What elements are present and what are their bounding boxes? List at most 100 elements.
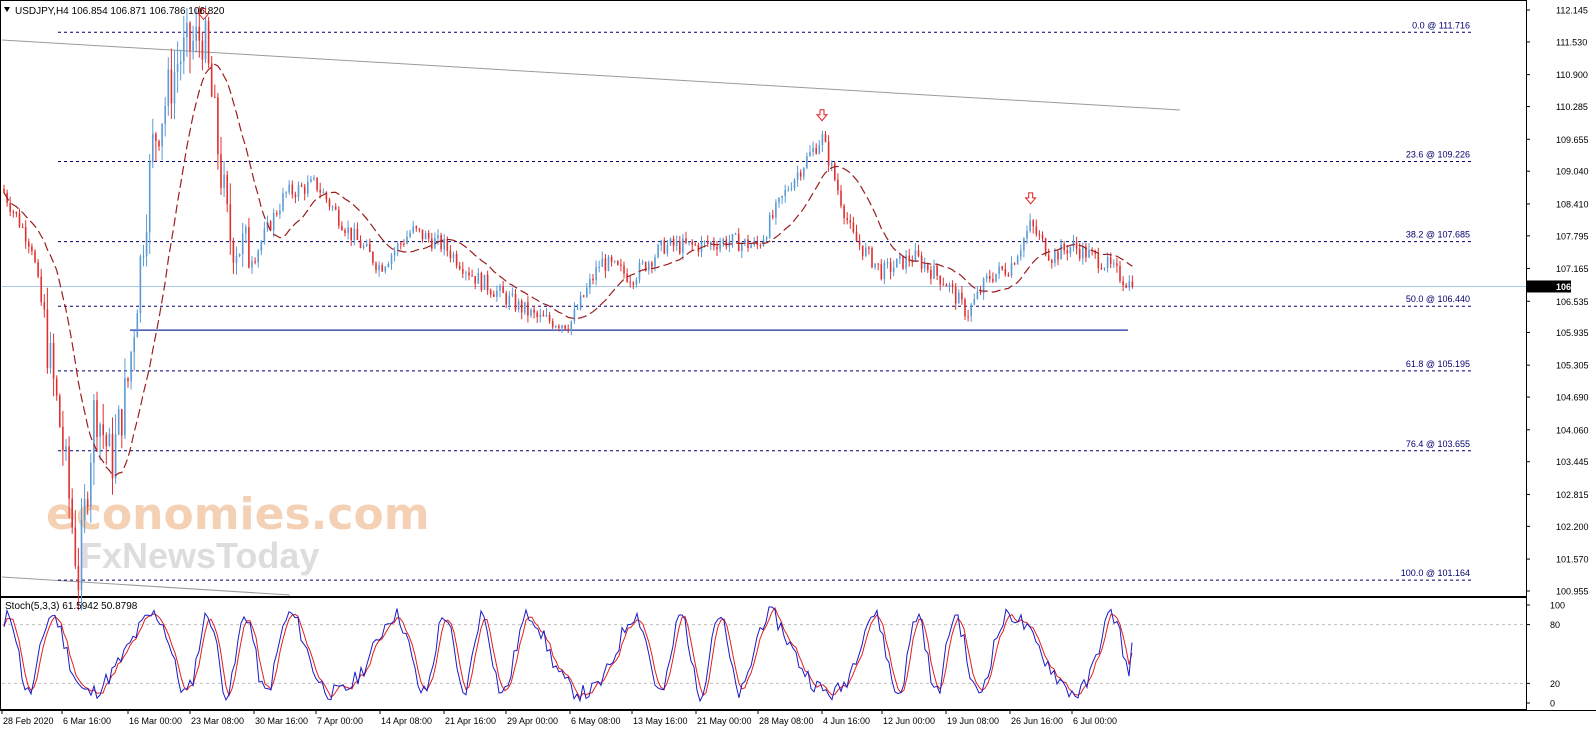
candle-body <box>186 22 188 38</box>
time-tick-label: 14 Apr 08:00 <box>381 716 432 726</box>
candle-body <box>1051 260 1053 263</box>
price-tick-label: 102.200 <box>1556 522 1589 532</box>
candle-body <box>257 250 259 263</box>
candle-body <box>948 284 951 287</box>
candle-body <box>276 212 278 215</box>
candle-body <box>741 243 743 252</box>
candle-body <box>437 234 439 239</box>
candle-body <box>691 241 693 245</box>
candle-body <box>607 256 610 271</box>
candle-body <box>1119 265 1121 282</box>
candle-body <box>204 20 207 60</box>
stoch-tick-label: 20 <box>1550 679 1560 689</box>
candle-body <box>393 250 396 256</box>
candle-body <box>576 308 579 310</box>
candle-body <box>226 174 228 205</box>
candle-body <box>799 172 802 177</box>
candle-body <box>105 435 108 447</box>
candle-body <box>49 342 52 369</box>
candle-body <box>449 250 452 259</box>
candle-body <box>145 232 148 256</box>
candle-body <box>1103 268 1106 270</box>
candle-body <box>933 265 935 279</box>
candle-body <box>1128 281 1131 288</box>
candle-body <box>989 275 991 279</box>
candle-body <box>34 251 36 263</box>
fib-level-label: 50.0 @ 106.440 <box>1406 294 1470 304</box>
candle-body <box>331 206 334 208</box>
candle-body <box>272 212 275 231</box>
candle-body <box>775 202 777 218</box>
candle-body <box>18 213 21 227</box>
candle-body <box>192 40 194 51</box>
candle-body <box>28 241 30 247</box>
candle-body <box>551 321 554 328</box>
candle-body <box>291 184 294 195</box>
price-tick-label: 111.530 <box>1556 37 1587 47</box>
candle-body <box>573 309 576 322</box>
candle-body <box>421 229 424 240</box>
candle-body <box>809 151 811 157</box>
candle-body <box>923 264 926 269</box>
candle-body <box>589 278 591 288</box>
candle-body <box>505 293 507 305</box>
candle-body <box>384 266 387 272</box>
candle-body <box>338 209 340 226</box>
candle-body <box>719 243 721 250</box>
candle-body <box>111 433 114 479</box>
candle-body <box>880 263 883 279</box>
candle-body <box>834 163 836 180</box>
candle-body <box>1097 253 1100 268</box>
candle-body <box>1032 220 1034 227</box>
candle-body <box>570 321 573 331</box>
candle-body <box>486 274 489 291</box>
price-tick-label: 107.795 <box>1556 231 1589 241</box>
time-tick-label: 19 Jun 08:00 <box>947 716 999 726</box>
candle-body <box>62 426 64 451</box>
candle-body <box>632 282 635 285</box>
time-tick-label: 29 Apr 00:00 <box>507 716 558 726</box>
candle-body <box>418 228 421 230</box>
candle-body <box>998 266 1000 274</box>
stoch-signal-line <box>3 606 1133 699</box>
candle-body <box>483 274 486 290</box>
candle-body <box>480 272 483 290</box>
candle-body <box>365 243 368 246</box>
candle-body <box>623 265 625 274</box>
candle-body <box>868 247 870 249</box>
candle-body <box>9 203 11 212</box>
candle-body <box>37 262 39 277</box>
candle-body <box>1122 281 1124 286</box>
symbol-menu-icon[interactable] <box>4 7 10 12</box>
candle-body <box>248 227 250 268</box>
candle-body <box>220 154 222 188</box>
candle-body <box>347 227 349 234</box>
candle-body <box>424 233 427 240</box>
candle-body <box>818 145 821 154</box>
candle-body <box>229 204 232 242</box>
time-tick-label: 26 Jun 16:00 <box>1011 716 1063 726</box>
trend-line-upper <box>1 39 1181 111</box>
candle-body <box>285 192 287 194</box>
candle-body <box>65 446 67 451</box>
candle-body <box>288 184 290 193</box>
candle-body <box>344 230 346 234</box>
candle-body <box>334 206 337 210</box>
candle-body <box>545 315 548 317</box>
candle-body <box>369 243 371 252</box>
candle-body <box>198 26 201 41</box>
candle-body <box>452 253 455 259</box>
candle-body <box>1007 274 1010 276</box>
candle-body <box>1016 256 1019 265</box>
candle-body <box>1116 263 1118 266</box>
candle-body <box>781 196 783 198</box>
candle-body <box>985 275 988 279</box>
candle-body <box>152 133 154 162</box>
price-tick-label: 100.955 <box>1556 587 1589 597</box>
moving-average-line <box>3 63 1133 477</box>
candle-body <box>1038 234 1041 236</box>
candle-body <box>657 245 659 258</box>
candle-body <box>313 177 315 180</box>
candle-body <box>539 314 542 318</box>
candle-body <box>477 272 480 284</box>
